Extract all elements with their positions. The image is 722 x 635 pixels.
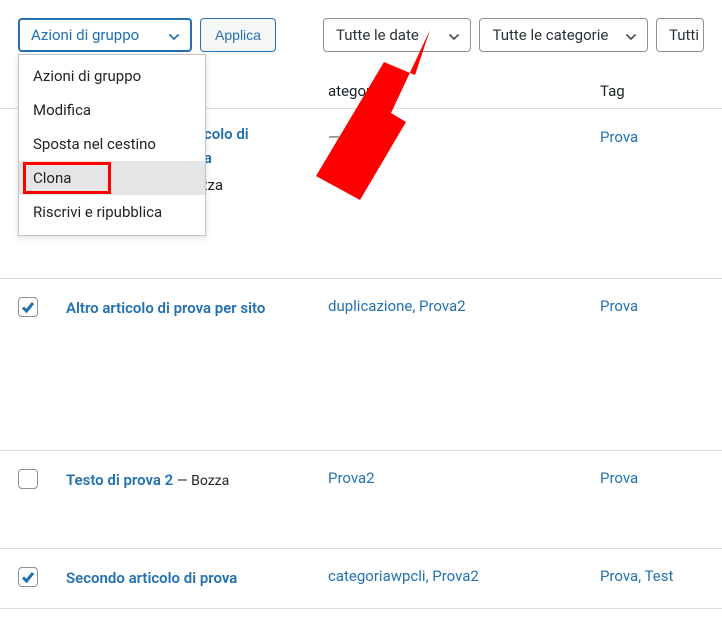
apply-button[interactable]: Applica — [200, 18, 276, 52]
row-checkbox[interactable] — [18, 469, 38, 489]
status-select[interactable]: Tutti — [656, 18, 704, 52]
chevron-down-icon — [448, 29, 460, 41]
row-checkbox[interactable] — [18, 297, 38, 317]
row-title-link[interactable]: Secondo articolo di prova — [66, 569, 237, 587]
table-row-title-peek[interactable]: icolo di la — [200, 122, 249, 170]
row-tags-link[interactable]: Prova — [600, 297, 638, 315]
annotation-highlight — [23, 162, 111, 194]
bulk-actions-select[interactable]: Azioni di gruppo — [18, 18, 192, 52]
chevron-down-icon — [625, 29, 637, 41]
categories-select[interactable]: Tutte le categorie — [479, 18, 648, 52]
column-header-tag: Tag — [600, 82, 625, 100]
row-tags-link[interactable]: Prova, Test — [600, 567, 673, 585]
status-label: Tutti — [669, 26, 699, 44]
bulk-actions-dropdown: Azioni di gruppoModificaSposta nel cesti… — [18, 54, 206, 236]
table-body: Altro articolo di prova per sito duplicaz… — [0, 279, 722, 609]
dropdown-item[interactable]: Riscrivi e ripubblica — [19, 195, 205, 229]
table-row-categories-peek: — — [328, 128, 340, 146]
dates-label: Tutte le date — [336, 26, 419, 44]
bulk-actions-label: Azioni di gruppo — [31, 26, 139, 44]
row-title-link[interactable]: Altro articolo di prova per sito — [66, 299, 265, 317]
dropdown-item[interactable]: Azioni di gruppo — [19, 59, 205, 93]
categories-label: Tutte le categorie — [492, 26, 608, 44]
row-tags-link[interactable]: Prova — [600, 469, 638, 487]
dates-select[interactable]: Tutte le date — [323, 18, 471, 52]
table-row: Altro articolo di prova per sito duplicaz… — [0, 279, 722, 451]
row-checkbox[interactable] — [18, 567, 38, 587]
chevron-down-icon — [168, 29, 180, 41]
dropdown-item[interactable]: Modifica — [19, 93, 205, 127]
table-row: Secondo articolo di prova categoriawpcli,… — [0, 549, 722, 609]
column-header-categories: ategorie — [328, 82, 383, 100]
toolbar: Azioni di gruppo Applica Tutte le date T… — [0, 0, 722, 60]
dropdown-item[interactable]: Clona — [19, 161, 205, 195]
row-categories-link[interactable]: duplicazione, Prova2 — [328, 297, 466, 315]
table-row: Testo di prova 2 — Bozza Prova2 Prova — [0, 451, 722, 549]
row-title-link[interactable]: Testo di prova 2 — [66, 471, 173, 489]
dropdown-item[interactable]: Sposta nel cestino — [19, 127, 205, 161]
row-title-suffix: — Bozza — [173, 473, 229, 489]
row-categories-link[interactable]: Prova2 — [328, 469, 375, 487]
row-categories-link[interactable]: categoriawpcli, Prova2 — [328, 567, 479, 585]
table-row-tag-peek[interactable]: Prova — [600, 128, 638, 146]
